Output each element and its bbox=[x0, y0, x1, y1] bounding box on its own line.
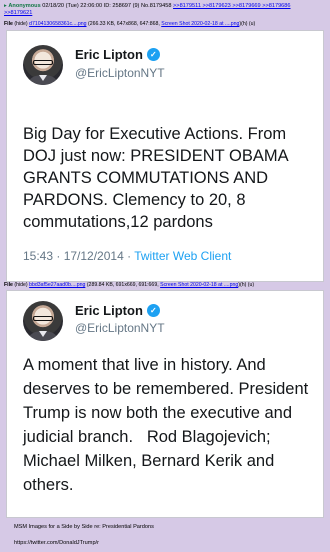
glasses-shape bbox=[33, 60, 53, 65]
tweet-meta: 15:43 · 17/12/2014 · Twitter Web Client bbox=[23, 249, 231, 263]
reply-link[interactable]: >>8179621 bbox=[4, 10, 32, 16]
hide-file-link[interactable]: (hide) bbox=[14, 282, 27, 288]
file-name-link[interactable]: d7104130658361c....png bbox=[29, 21, 86, 27]
tweet-timestamp[interactable]: 15:43 · 17/12/2014 · bbox=[23, 249, 134, 263]
file-tools[interactable]: )(h) (u) bbox=[239, 21, 255, 27]
file-dimensions: (289.84 KB, 691x669, 691:669, bbox=[86, 282, 159, 288]
file-tools[interactable]: )(h) (u) bbox=[238, 282, 254, 288]
tweet-source[interactable]: Twitter Web Client bbox=[134, 249, 231, 263]
file-label: File bbox=[4, 282, 13, 288]
tweet-screenshot-2[interactable]: Eric Lipton ✓ @EricLiptonNYT A moment th… bbox=[6, 290, 324, 518]
display-name[interactable]: Eric Lipton ✓ bbox=[75, 47, 160, 62]
post-arrow-icon[interactable]: ▸ bbox=[4, 3, 7, 9]
poster-name: Anonymous bbox=[8, 3, 41, 9]
handle[interactable]: @EricLiptonNYT bbox=[75, 321, 165, 335]
post-comment-url: https://twitter.com/DonaldJTrump/r bbox=[14, 540, 99, 546]
display-name-text: Eric Lipton bbox=[75, 303, 143, 318]
file-info-1: File (hide) d7104130658361c....png (266.… bbox=[4, 21, 255, 28]
file-label: File bbox=[4, 21, 13, 27]
file-name-link[interactable]: bbd3af5e27aad0b....png bbox=[29, 282, 85, 288]
file-dimensions: (266.33 KB, 647x868, 647:868, bbox=[87, 21, 160, 27]
tweet-screenshot-1[interactable]: Eric Lipton ✓ @EricLiptonNYT Big Day for… bbox=[6, 30, 324, 282]
reply-links[interactable]: >>8179511 >>8179623 >>8179669 >>8179686 bbox=[173, 3, 291, 9]
post-number[interactable]: No.8179458 bbox=[141, 3, 171, 9]
verified-badge-icon: ✓ bbox=[146, 304, 160, 317]
file-original-name[interactable]: Screen Shot 2020-02-18 at ....png bbox=[161, 21, 239, 27]
glasses-shape bbox=[33, 316, 53, 321]
verified-badge-icon: ✓ bbox=[146, 48, 160, 61]
display-name[interactable]: Eric Lipton ✓ bbox=[75, 303, 160, 318]
handle[interactable]: @EricLiptonNYT bbox=[75, 66, 165, 80]
tweet-text: A moment that live in history. And deser… bbox=[23, 356, 313, 494]
post-comment-line: MSM Images for a Side by Side re: Presid… bbox=[14, 524, 154, 530]
avatar[interactable] bbox=[23, 301, 63, 341]
display-name-text: Eric Lipton bbox=[75, 47, 143, 62]
post-datetime: 02/18/20 (Tue) 22:06:00 bbox=[42, 3, 103, 9]
tweet-text: Big Day for Executive Actions. From DOJ … bbox=[23, 125, 293, 231]
hide-file-link[interactable]: (hide) bbox=[14, 21, 27, 27]
avatar[interactable] bbox=[23, 45, 63, 85]
file-info-2: File (hide) bbd3af5e27aad0b....png (289.… bbox=[4, 282, 254, 289]
poster-id[interactable]: ID: 258697 (9) bbox=[104, 3, 140, 9]
file-original-name[interactable]: Screen Shot 2020-02-18 at ....png bbox=[160, 282, 238, 288]
post-header: ▸ Anonymous 02/18/20 (Tue) 22:06:00 ID: … bbox=[4, 3, 326, 17]
